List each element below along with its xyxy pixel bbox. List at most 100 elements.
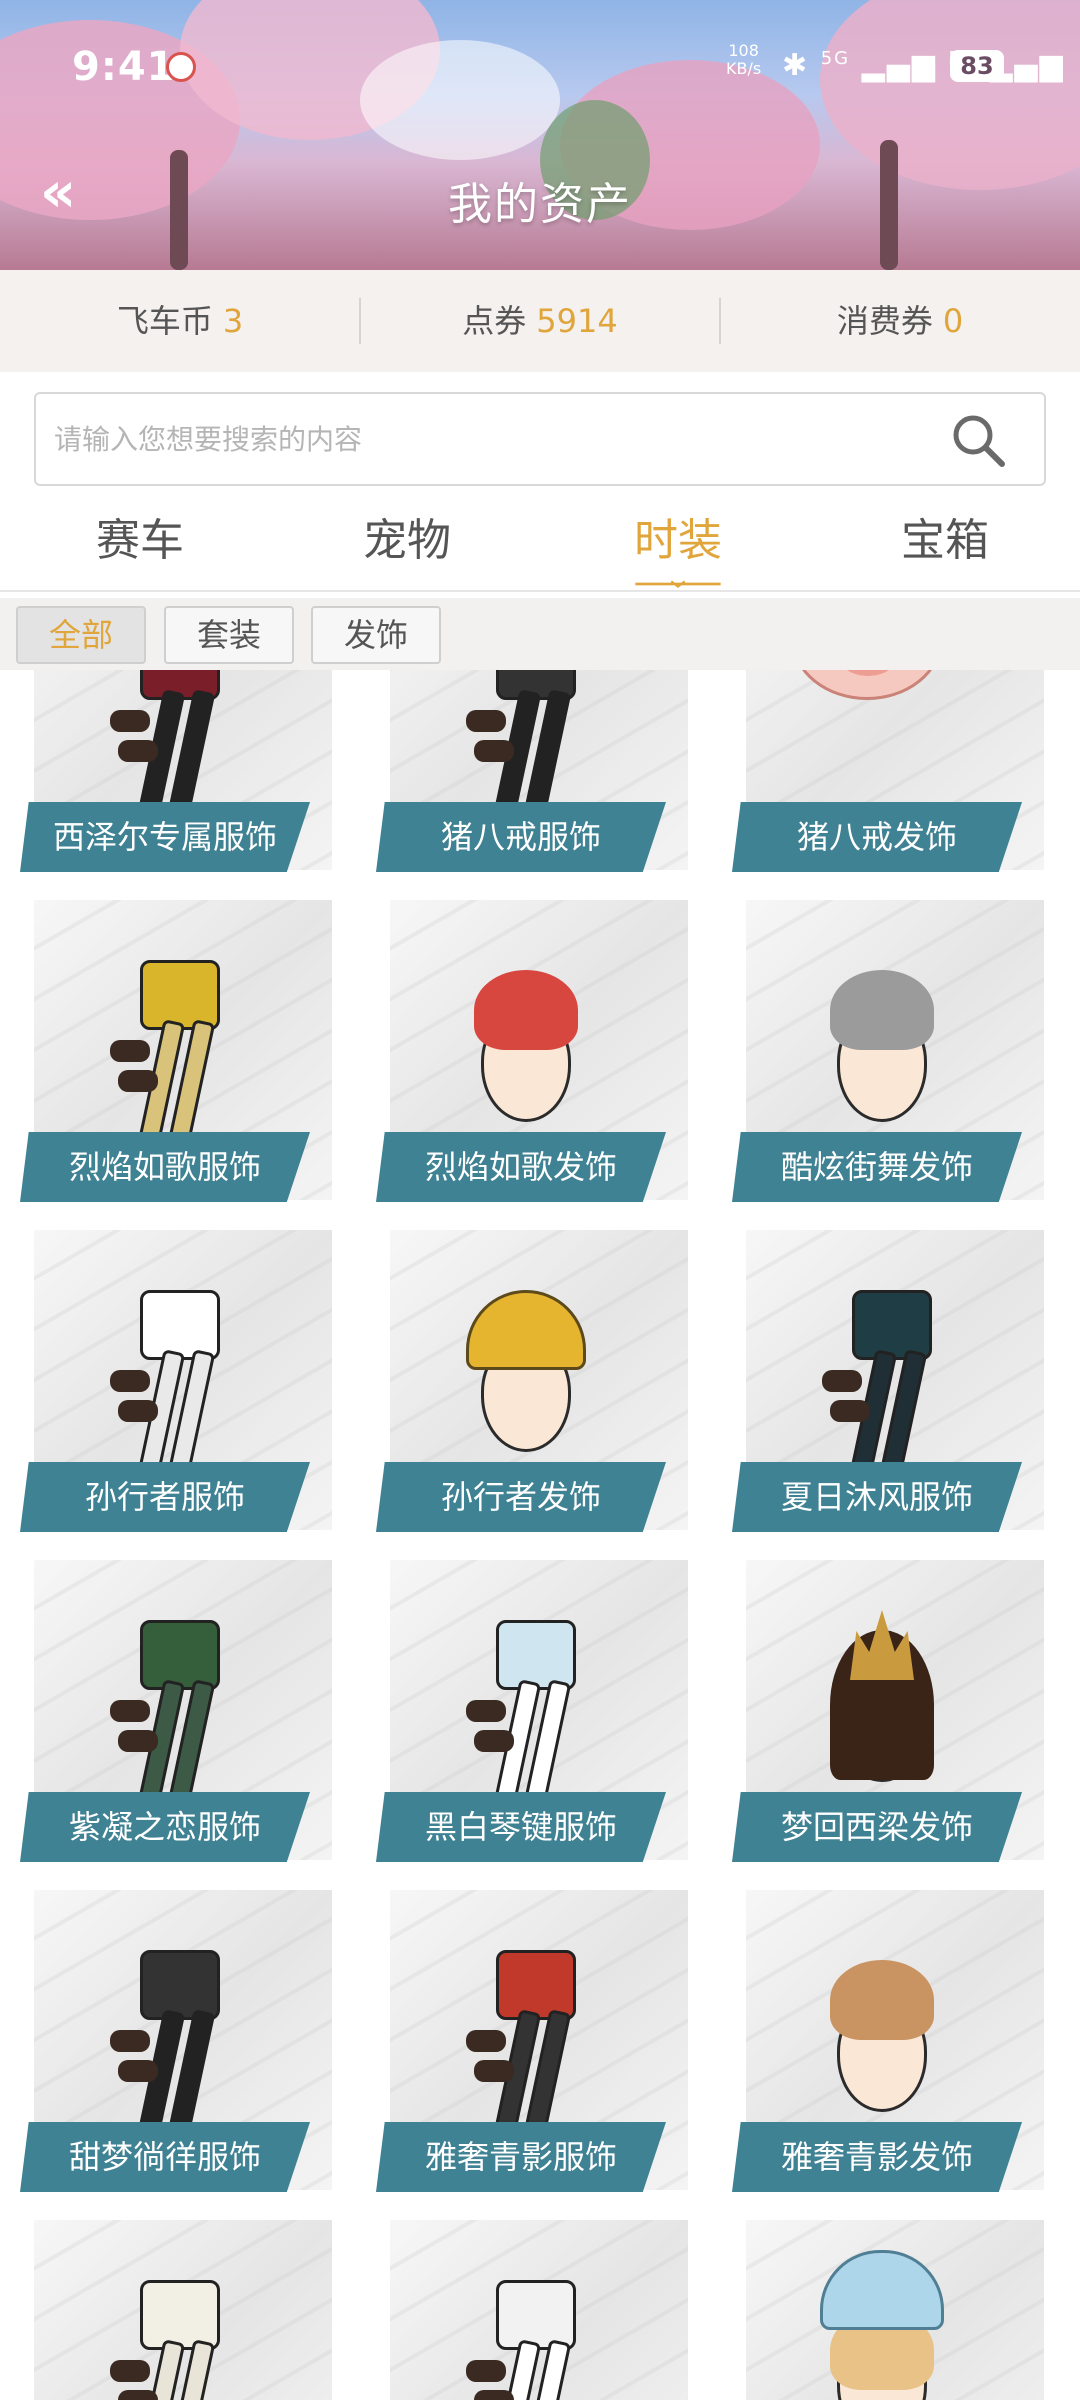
item-image bbox=[712, 1560, 1042, 1800]
item-image bbox=[712, 1890, 1042, 2130]
balance-consumption-coupons: 消费券 0 bbox=[720, 270, 1080, 372]
item-name-label: 梦回西梁发饰 bbox=[732, 1792, 1022, 1862]
outfit-shoe bbox=[474, 1730, 514, 1752]
item-name-label: 猪八戒服饰 bbox=[376, 802, 666, 872]
balance-vouchers: 点券 5914 bbox=[360, 270, 720, 372]
outfit-top bbox=[496, 2280, 576, 2350]
status-bar: 9:41 108 KB/s ✱ 5G ▂▄▆ 5G ▂▄▆ 83 bbox=[0, 40, 1080, 100]
item-image bbox=[712, 670, 1042, 810]
item-card[interactable]: 西泽尔专属服饰 bbox=[0, 670, 332, 872]
item-name-label: 西泽尔专属服饰 bbox=[20, 802, 310, 872]
item-grid: 西泽尔专属服饰 猪八戒服饰 猪八戒发饰烈焰如歌服饰 烈焰如歌发饰 酷炫街舞发饰孙行者服饰… bbox=[0, 670, 1080, 2400]
outfit-shoe bbox=[110, 1700, 150, 1722]
tab-treasure-box[interactable]: 宝箱 bbox=[810, 504, 1080, 568]
app-root: { "status_bar": { "time": "9:41", "net_s… bbox=[0, 0, 1080, 2400]
balance-value: 5914 bbox=[536, 302, 618, 340]
outfit-shoe bbox=[474, 740, 514, 762]
hair-piece bbox=[474, 970, 578, 1050]
outfit-top bbox=[140, 1290, 220, 1360]
tab-fashion[interactable]: 时装 bbox=[543, 504, 813, 568]
item-image bbox=[0, 900, 330, 1151]
item-image bbox=[712, 1230, 1042, 1481]
item-image bbox=[356, 1560, 686, 1811]
search-box bbox=[34, 392, 1046, 486]
filter-bar: 全部 套装 发饰 bbox=[0, 598, 1080, 670]
item-card[interactable] bbox=[0, 2220, 332, 2400]
item-image bbox=[0, 2220, 330, 2400]
item-card[interactable]: 雅奢青影服饰 bbox=[356, 1890, 688, 2192]
item-card[interactable]: 猪八戒发饰 bbox=[712, 670, 1044, 872]
item-card[interactable]: 烈焰如歌发饰 bbox=[356, 900, 688, 1202]
active-tab-indicator bbox=[635, 580, 721, 588]
filter-suit[interactable]: 套装 bbox=[164, 606, 294, 664]
bluetooth-icon: ✱ bbox=[782, 48, 810, 83]
item-image bbox=[0, 1230, 330, 1481]
tab-cars[interactable]: 赛车 bbox=[5, 504, 275, 568]
tab-pets[interactable]: 宠物 bbox=[272, 504, 542, 568]
filter-all[interactable]: 全部 bbox=[16, 606, 146, 664]
outfit-top bbox=[852, 1290, 932, 1360]
item-card[interactable]: 烈焰如歌服饰 bbox=[0, 900, 332, 1202]
outfit-shoe bbox=[466, 1700, 506, 1722]
balance-value: 3 bbox=[222, 302, 244, 340]
item-name-label: 紫凝之恋服饰 bbox=[20, 1792, 310, 1862]
item-name-label: 夏日沐风服饰 bbox=[732, 1462, 1022, 1532]
notification-icon bbox=[166, 52, 196, 82]
item-name-label: 猪八戒发饰 bbox=[732, 802, 1022, 872]
outfit-shoe bbox=[822, 1370, 862, 1392]
outfit-top bbox=[140, 2280, 220, 2350]
item-card[interactable]: 夏日沐风服饰 bbox=[712, 1230, 1044, 1532]
outfit-top bbox=[140, 960, 220, 1030]
outfit-shoe bbox=[110, 1370, 150, 1392]
item-card[interactable]: 雅奢青影发饰 bbox=[712, 1890, 1044, 2192]
item-card[interactable]: 酷炫街舞发饰 bbox=[712, 900, 1044, 1202]
outfit-top bbox=[140, 1620, 220, 1690]
item-name-label: 雅奢青影服饰 bbox=[376, 2122, 666, 2192]
outfit-shoe bbox=[118, 1070, 158, 1092]
item-image bbox=[356, 2220, 686, 2400]
category-tabs: 赛车 宠物 时装 宝箱 bbox=[0, 500, 1080, 592]
item-image bbox=[356, 900, 686, 1140]
item-card[interactable]: 甜梦徜徉服饰 bbox=[0, 1890, 332, 2192]
item-card[interactable]: 黑白琴键服饰 bbox=[356, 1560, 688, 1862]
net-speed-value: 108 bbox=[728, 41, 759, 60]
header-banner: 9:41 108 KB/s ✱ 5G ▂▄▆ 5G ▂▄▆ 83 « 我的资产 bbox=[0, 0, 1080, 270]
page-title: 我的资产 bbox=[448, 179, 632, 230]
balance-row: 飞车币 3 点券 5914 消费券 0 bbox=[0, 270, 1080, 372]
crown-piece bbox=[850, 1610, 914, 1680]
balance-label: 点券 bbox=[462, 302, 527, 340]
item-image bbox=[0, 1890, 330, 2141]
item-card[interactable]: 梦回西梁发饰 bbox=[712, 1560, 1044, 1862]
hair-piece bbox=[830, 970, 934, 1050]
item-name-label: 酷炫街舞发饰 bbox=[732, 1132, 1022, 1202]
cap-piece bbox=[466, 1290, 586, 1370]
item-name-label: 甜梦徜徉服饰 bbox=[20, 2122, 310, 2192]
item-card[interactable] bbox=[356, 2220, 688, 2400]
item-image bbox=[356, 1230, 686, 1470]
item-card[interactable] bbox=[712, 2220, 1044, 2400]
filter-hair-accessory[interactable]: 发饰 bbox=[311, 606, 441, 664]
outfit-shoe bbox=[474, 2390, 514, 2400]
item-card[interactable]: 孙行者服饰 bbox=[0, 1230, 332, 1532]
outfit-shoe bbox=[110, 2030, 150, 2052]
outfit-shoe bbox=[118, 740, 158, 762]
item-card[interactable]: 猪八戒服饰 bbox=[356, 670, 688, 872]
item-name-label: 孙行者服饰 bbox=[20, 1462, 310, 1532]
outfit-shoe bbox=[110, 1040, 150, 1062]
search-icon[interactable] bbox=[948, 410, 1008, 470]
outfit-shoe bbox=[474, 2060, 514, 2082]
item-name-label: 烈焰如歌服饰 bbox=[20, 1132, 310, 1202]
item-name-label: 孙行者发饰 bbox=[376, 1462, 666, 1532]
search-input[interactable] bbox=[54, 394, 934, 484]
outfit-shoe bbox=[118, 1730, 158, 1752]
net-speed-unit: KB/s bbox=[726, 59, 762, 78]
item-card[interactable]: 孙行者发饰 bbox=[356, 1230, 688, 1532]
outfit-shoe bbox=[110, 710, 150, 732]
outfit-shoe bbox=[118, 2390, 158, 2400]
item-name-label: 黑白琴键服饰 bbox=[376, 1792, 666, 1862]
outfit-top bbox=[496, 1620, 576, 1690]
balance-label: 飞车币 bbox=[116, 302, 213, 340]
item-card[interactable]: 紫凝之恋服饰 bbox=[0, 1560, 332, 1862]
battery-indicator: 83 bbox=[950, 50, 1004, 82]
item-name-label: 烈焰如歌发饰 bbox=[376, 1132, 666, 1202]
